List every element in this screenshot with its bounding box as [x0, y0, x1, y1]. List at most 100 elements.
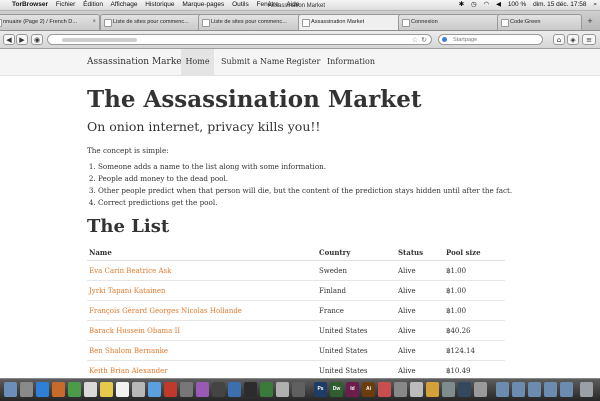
pool-cell: ฿1.00 [444, 260, 505, 281]
person-link[interactable]: Barack Hussein Obama II [87, 320, 317, 341]
favicon-icon [402, 19, 410, 27]
app-icon[interactable] [292, 382, 305, 397]
app-icon[interactable] [474, 382, 487, 397]
tab-label: Liste de sites pour commenc... [211, 19, 287, 25]
folder-icon[interactable] [544, 382, 557, 397]
forward-button[interactable]: ▶ [16, 34, 28, 45]
search-engine-icon[interactable] [442, 37, 447, 42]
person-link[interactable]: Keith Brian Alexander [87, 360, 317, 378]
pool-cell: ฿1.00 [444, 300, 505, 321]
person-link[interactable]: François Gérard Georges Nicolas Hollande [87, 300, 317, 321]
tab-liste-sites-1[interactable]: Liste de sites pour commenc...× [100, 14, 210, 30]
photo-icon[interactable] [164, 382, 177, 397]
app-icon[interactable] [276, 382, 289, 397]
rules-list: Someone adds a name to the list along wi… [87, 161, 512, 209]
reload-icon[interactable]: ↻ [421, 35, 427, 45]
tor-onion-icon[interactable]: ◉ [31, 34, 43, 45]
table-row: Barack Hussein Obama II United States Al… [87, 320, 505, 341]
bluetooth-icon[interactable]: ✱ [459, 1, 464, 8]
wifi-icon[interactable]: ◠ [484, 1, 490, 8]
app-icon[interactable] [426, 382, 439, 397]
country-cell: Finland [317, 280, 396, 301]
app-icon[interactable] [410, 382, 423, 397]
column-name: Name [87, 245, 317, 261]
folder-icon[interactable] [528, 382, 541, 397]
search-icon[interactable]: ⌕ [593, 1, 597, 8]
app-icon[interactable] [228, 382, 241, 397]
app-icon[interactable] [458, 382, 471, 397]
itunes-icon[interactable] [196, 382, 209, 397]
nav-information[interactable]: Information [327, 49, 375, 75]
firefox-icon[interactable] [52, 382, 65, 397]
nav-submit-name[interactable]: Submit a Name [221, 49, 284, 75]
safari-icon[interactable] [36, 382, 49, 397]
country-cell: United States [317, 320, 396, 341]
illustrator-icon[interactable]: Ai [362, 382, 375, 397]
app-icon[interactable] [260, 382, 273, 397]
table-row: Ben Shalom Bernanke United States Alive … [87, 340, 505, 361]
app-icon[interactable] [394, 382, 407, 397]
bookmark-star-icon[interactable]: ☆ [412, 35, 418, 45]
tab-label: Assassination Market [311, 19, 365, 25]
list-item: Someone adds a name to the list along wi… [98, 161, 512, 173]
tab-annuaire[interactable]: nnuaire (Page 2) / French D... × [0, 14, 100, 30]
nav-register[interactable]: Register [286, 49, 320, 75]
pool-cell: ฿1.00 [444, 280, 505, 301]
app-icon[interactable] [442, 382, 455, 397]
app-icon[interactable] [212, 382, 225, 397]
tab-bar: nnuaire (Page 2) / French D... × Liste de… [0, 11, 600, 31]
extension-icon[interactable]: ◈ [567, 34, 579, 45]
folder-icon[interactable] [512, 382, 525, 397]
names-table: Name Country Status Pool size Eva Carin … [87, 245, 505, 378]
menu-icon[interactable]: ≡ [582, 34, 596, 45]
search-placeholder: Startpage [453, 37, 478, 43]
trash-icon[interactable] [580, 382, 593, 397]
photoshop-icon[interactable]: Ps [314, 382, 327, 397]
menu-app-name[interactable]: TorBrowser [12, 1, 48, 8]
menu-affichage[interactable]: Affichage [110, 1, 137, 8]
menu-marque-pages[interactable]: Marque-pages [182, 1, 224, 8]
table-header-row: Name Country Status Pool size [87, 245, 505, 261]
person-link[interactable]: Jyrki Tapani Katainen [87, 280, 317, 301]
facetime-icon[interactable] [68, 382, 81, 397]
person-link[interactable]: Ben Shalom Bernanke [87, 340, 317, 361]
finder-icon[interactable] [4, 382, 17, 397]
notes-icon[interactable] [100, 382, 113, 397]
preview-icon[interactable] [180, 382, 193, 397]
person-link[interactable]: Eva Carin Beatrice Ask [87, 260, 317, 281]
calendar-icon[interactable] [116, 382, 129, 397]
clock-icon[interactable]: ◷ [471, 1, 477, 8]
battery-level[interactable]: 100 % [508, 1, 526, 8]
tab-liste-sites-2[interactable]: Liste de sites pour commenc...× [198, 14, 308, 30]
contacts-icon[interactable] [132, 382, 145, 397]
menu-edition[interactable]: Édition [83, 1, 103, 8]
url-bar[interactable]: ☆ ↻ [47, 34, 432, 45]
tab-code-green[interactable]: Code:Green [497, 14, 582, 30]
status-area: ✱ ◷ ◠ ◀ 100 % dim. 15 déc. 17:58 ⌕ [454, 0, 597, 10]
site-brand[interactable]: Assassination Market [87, 49, 185, 75]
new-tab-button[interactable]: + [583, 15, 597, 28]
status-cell: Alive [396, 300, 444, 321]
launchpad-icon[interactable] [20, 382, 33, 397]
mail-icon[interactable] [84, 382, 97, 397]
search-input[interactable]: Startpage [438, 34, 543, 45]
close-tab-icon[interactable]: × [92, 15, 96, 30]
nav-home[interactable]: Home [181, 49, 214, 75]
app-menus: TorBrowser Fichier Édition Affichage His… [12, 0, 305, 10]
datetime[interactable]: dim. 15 déc. 17:58 [533, 1, 586, 8]
menu-historique[interactable]: Historique [145, 1, 174, 8]
folder-icon[interactable] [560, 382, 573, 397]
terminal-icon[interactable] [244, 382, 257, 397]
volume-icon[interactable]: ◀ [496, 1, 501, 8]
home-icon[interactable]: ⌂ [553, 34, 565, 45]
tab-connexion[interactable]: Connexion× [398, 14, 508, 30]
menu-fichier[interactable]: Fichier [56, 1, 76, 8]
messages-icon[interactable] [148, 382, 161, 397]
app-icon[interactable] [378, 382, 391, 397]
back-button[interactable]: ◀ [3, 34, 15, 45]
menu-outils[interactable]: Outils [232, 1, 249, 8]
dreamweaver-icon[interactable]: Dw [330, 382, 343, 397]
indesign-icon[interactable]: Id [346, 382, 359, 397]
tab-assassination-market[interactable]: Assassination Market× [298, 14, 408, 30]
folder-icon[interactable] [496, 382, 509, 397]
